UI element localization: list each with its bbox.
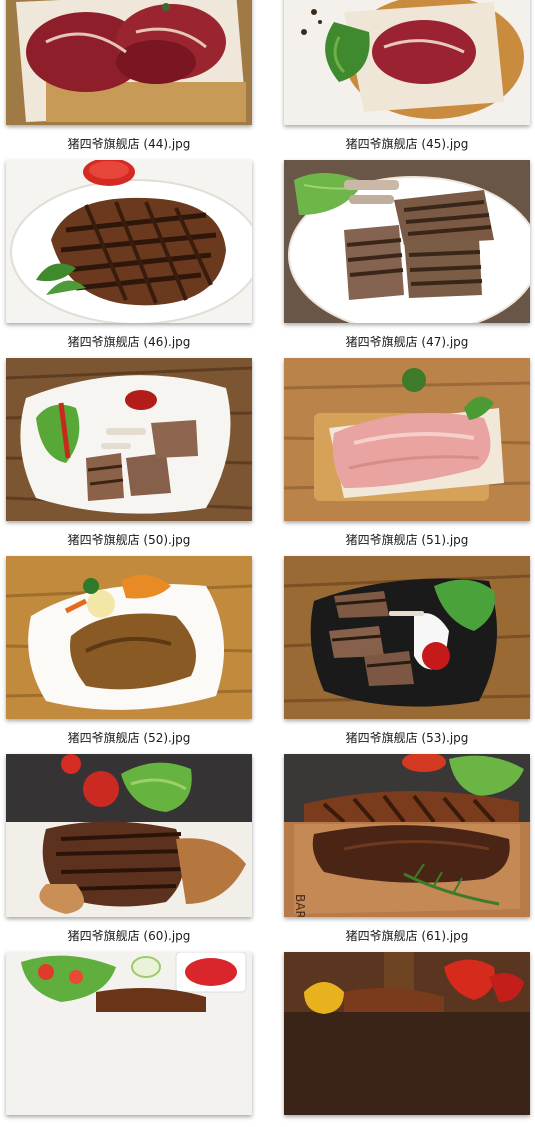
file-tile-45[interactable]: 猪四爷旗舰店 (45).jpg bbox=[284, 0, 530, 151]
thumbnail-image[interactable] bbox=[6, 754, 252, 917]
lamb-chops-black-plate-image bbox=[284, 556, 530, 719]
thumbnail-image[interactable] bbox=[284, 358, 530, 521]
file-tile-44[interactable]: 猪四爷旗舰店 (44).jpg bbox=[6, 0, 252, 151]
thumbnail-image[interactable] bbox=[284, 160, 530, 323]
file-name[interactable]: 猪四爷旗舰店 (44).jpg bbox=[6, 137, 252, 151]
file-name[interactable]: 猪四爷旗舰店 (45).jpg bbox=[284, 137, 530, 151]
file-name[interactable]: 猪四爷旗舰店 (50).jpg bbox=[6, 533, 252, 547]
grilled-lamb-chops-image bbox=[284, 160, 530, 323]
file-tile-53[interactable]: 猪四爷旗舰店 (53).jpg bbox=[284, 556, 530, 745]
thumbnail-image[interactable] bbox=[284, 556, 530, 719]
steak-gravy-image bbox=[6, 556, 252, 719]
raw-beef-image bbox=[6, 0, 252, 125]
steak-salad-image bbox=[6, 754, 252, 917]
file-name[interactable]: 猪四爷旗舰店 (51).jpg bbox=[284, 533, 530, 547]
roast-beef-image: BAR bbox=[284, 754, 530, 917]
thumbnail-image[interactable] bbox=[6, 556, 252, 719]
raw-ribeye-image bbox=[284, 0, 530, 125]
file-tile-next-right[interactable] bbox=[284, 952, 530, 1127]
file-tile-52[interactable]: 猪四爷旗舰店 (52).jpg bbox=[6, 556, 252, 745]
file-name[interactable]: 猪四爷旗舰店 (47).jpg bbox=[284, 335, 530, 349]
file-name[interactable]: 猪四爷旗舰店 (53).jpg bbox=[284, 731, 530, 745]
file-tile-46[interactable]: 猪四爷旗舰店 (46).jpg bbox=[6, 160, 252, 349]
thumbnail-image[interactable] bbox=[6, 952, 252, 1115]
file-name[interactable]: 猪四爷旗舰店 (60).jpg bbox=[6, 929, 252, 943]
file-name[interactable]: 猪四爷旗舰店 (61).jpg bbox=[284, 929, 530, 943]
svg-text:BAR: BAR bbox=[293, 894, 307, 917]
file-tile-50[interactable]: 猪四爷旗舰店 (50).jpg bbox=[6, 358, 252, 547]
file-tile-51[interactable]: 猪四爷旗舰店 (51).jpg bbox=[284, 358, 530, 547]
thumbnail-image[interactable] bbox=[6, 358, 252, 521]
raw-pork-image bbox=[284, 358, 530, 521]
salad-meat-image bbox=[6, 952, 252, 1115]
peppers-meat-image bbox=[284, 952, 530, 1115]
thumbnail-image[interactable] bbox=[6, 0, 252, 125]
file-tile-61[interactable]: BAR 猪四爷旗舰店 (61).jpg bbox=[284, 754, 530, 943]
file-name[interactable]: 猪四爷旗舰店 (46).jpg bbox=[6, 335, 252, 349]
file-name[interactable]: 猪四爷旗舰店 (52).jpg bbox=[6, 731, 252, 745]
file-tile-next-left[interactable] bbox=[6, 952, 252, 1127]
file-tile-60[interactable]: 猪四爷旗舰店 (60).jpg bbox=[6, 754, 252, 943]
lamb-chops-wood-image bbox=[6, 358, 252, 521]
file-tile-47[interactable]: 猪四爷旗舰店 (47).jpg bbox=[284, 160, 530, 349]
thumbnail-image[interactable] bbox=[284, 952, 530, 1115]
thumbnail-image[interactable] bbox=[6, 160, 252, 323]
grilled-steak-image bbox=[6, 160, 252, 323]
thumbnail-image[interactable] bbox=[284, 0, 530, 125]
thumbnail-image[interactable]: BAR bbox=[284, 754, 530, 917]
